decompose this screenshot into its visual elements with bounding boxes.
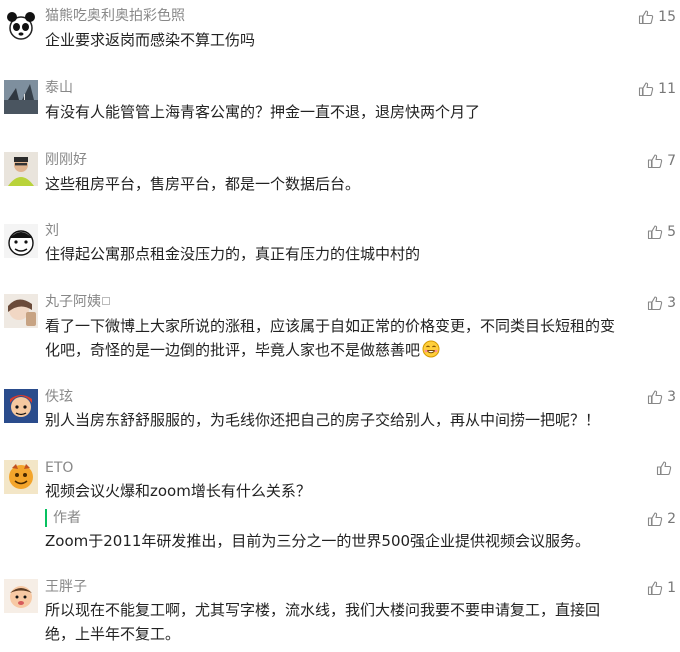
author-reply-label: 作者: [45, 509, 81, 527]
thumbs-up-icon: [638, 81, 654, 97]
comment-author[interactable]: 王胖子: [45, 578, 87, 596]
like-button[interactable]: 1: [647, 579, 676, 597]
thumbs-up-icon: [647, 224, 663, 240]
avatar[interactable]: [4, 8, 38, 42]
comment-text-line: 绝，上半年不复工。: [45, 625, 181, 643]
thumbs-up-icon: [638, 9, 654, 25]
avatar[interactable]: [4, 80, 38, 114]
comment-author[interactable]: 猫熊吃奥利奥拍彩色照: [45, 7, 185, 25]
thumbs-up-icon: [647, 295, 663, 311]
comment-text: 这些租房平台，售房平台，都是一个数据后台。: [45, 175, 361, 193]
comment-text: 别人当房东舒舒服服的，为毛线你还把自己的房子交给别人，再从中间捞一把呢？！: [45, 411, 601, 429]
like-count: 15: [658, 9, 676, 25]
badge-icon: [102, 297, 110, 305]
like-count: 7: [667, 153, 676, 169]
thumbs-up-icon: [647, 511, 663, 527]
comment-author[interactable]: 泰山: [45, 79, 73, 97]
comment-text: 住得起公寓那点租金没压力的，真正有压力的住城中村的: [45, 245, 421, 263]
like-button[interactable]: 7: [647, 152, 676, 170]
like-count: 1: [667, 580, 676, 596]
comment-text: 看了一下微博上大家所说的涨租，应该属于自如正常的价格变更，不同类目长短租的变 化…: [45, 314, 675, 362]
comment-author[interactable]: 刘: [45, 222, 59, 240]
like-count: 3: [667, 295, 676, 311]
smile-emoji-icon: [422, 340, 440, 358]
author-name: 丸子阿姨: [45, 294, 101, 310]
like-button[interactable]: [656, 459, 676, 477]
comment-author[interactable]: 佚玹: [45, 388, 73, 406]
comment-text: 所以现在不能复工啊，尤其写字楼，流水线，我们大楼问我要不要申请复工，直接回 绝，…: [45, 598, 675, 646]
like-count: 5: [667, 224, 676, 240]
thumbs-up-icon: [647, 580, 663, 596]
comment-text-segment: 化吧，奇怪的是一边倒的批评，毕竟人家也不是做慈善吧: [45, 341, 421, 359]
avatar[interactable]: [4, 579, 38, 613]
comment-text-line: 所以现在不能复工啊，尤其写字楼，流水线，我们大楼问我要不要申请复工，直接回: [45, 601, 601, 619]
reply-like-button[interactable]: 2: [647, 510, 676, 528]
comment-author[interactable]: 刚刚好: [45, 151, 87, 169]
reply-text: Zoom于2011年研发推出，目前为三分之一的世界500强企业提供视频会议服务。: [45, 532, 591, 550]
avatar[interactable]: [4, 152, 38, 186]
avatar[interactable]: [4, 224, 38, 258]
comment-author[interactable]: 丸子阿姨: [45, 293, 110, 311]
thumbs-up-icon: [647, 153, 663, 169]
thumbs-up-icon: [647, 389, 663, 405]
comment-text: 视频会议火爆和zoom增长有什么关系？: [45, 482, 311, 500]
avatar[interactable]: [4, 460, 38, 494]
thumbs-up-icon: [656, 460, 672, 476]
like-button[interactable]: 15: [638, 8, 676, 26]
like-button[interactable]: 3: [647, 294, 676, 312]
like-button[interactable]: 3: [647, 388, 676, 406]
like-count: 2: [667, 511, 676, 527]
comment-author[interactable]: ETO: [45, 459, 73, 477]
avatar[interactable]: [4, 294, 38, 328]
comment-text: 有没有人能管管上海青客公寓的？押金一直不退，退房快两个月了: [45, 103, 481, 121]
comment-text-line: 化吧，奇怪的是一边倒的批评，毕竟人家也不是做慈善吧: [45, 338, 675, 362]
comment-text-line: 看了一下微博上大家所说的涨租，应该属于自如正常的价格变更，不同类目长短租的变: [45, 317, 616, 335]
avatar[interactable]: [4, 389, 38, 423]
comment-text: 企业要求返岗而感染不算工伤吗: [45, 31, 256, 49]
like-count: 3: [667, 389, 676, 405]
like-button[interactable]: 11: [638, 80, 676, 98]
like-button[interactable]: 5: [647, 223, 676, 241]
like-count: 11: [658, 81, 676, 97]
